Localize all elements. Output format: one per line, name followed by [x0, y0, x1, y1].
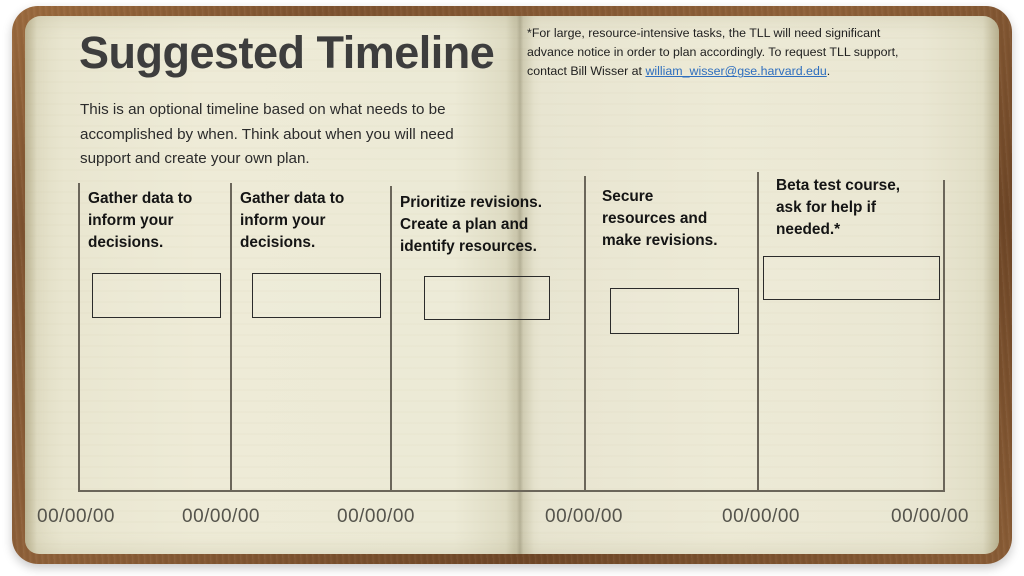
entry-box-5[interactable] — [763, 256, 940, 300]
column-divider-4 — [584, 176, 586, 491]
timeline-baseline-right — [508, 490, 945, 492]
entry-box-4[interactable] — [610, 288, 739, 334]
date-label-4[interactable]: 00/00/00 — [545, 506, 623, 528]
date-label-5[interactable]: 00/00/00 — [722, 506, 800, 528]
footnote-email-link[interactable]: william_wisser@gse.harvard.edu — [645, 64, 826, 78]
column-divider-2 — [230, 183, 232, 491]
footnote-tail: . — [826, 64, 831, 79]
column-divider-3 — [390, 186, 392, 491]
intro-paragraph: This is an optional timeline based on wh… — [80, 101, 454, 168]
footnote-text: *For large, resource-intensive tasks, th… — [527, 24, 925, 82]
entry-box-1[interactable] — [92, 273, 221, 318]
column-heading-3: Prioritize revisions. Create a plan and … — [400, 194, 542, 256]
column-divider-6 — [943, 180, 945, 491]
page-title: Suggested Timeline — [79, 27, 495, 78]
entry-box-2[interactable] — [252, 273, 381, 318]
column-heading-1: Gather data to inform your decisions. — [88, 190, 193, 252]
column-heading-4: Secure resources and make revisions. — [602, 188, 718, 250]
entry-box-3[interactable] — [424, 276, 550, 320]
date-label-1[interactable]: 00/00/00 — [37, 506, 115, 528]
slide-content: Suggested Timeline This is an optional t… — [0, 0, 1024, 576]
column-heading-2: Gather data to inform your decisions. — [240, 190, 345, 252]
timeline-baseline-left — [78, 490, 508, 492]
date-label-3[interactable]: 00/00/00 — [337, 506, 415, 528]
notebook-illustration: Suggested Timeline This is an optional t… — [0, 0, 1024, 576]
column-divider-5 — [757, 172, 759, 491]
column-divider-1 — [78, 183, 80, 491]
date-label-6[interactable]: 00/00/00 — [891, 506, 969, 528]
column-heading-5: Beta test course, ask for help if needed… — [776, 177, 901, 239]
date-label-2[interactable]: 00/00/00 — [182, 506, 260, 528]
